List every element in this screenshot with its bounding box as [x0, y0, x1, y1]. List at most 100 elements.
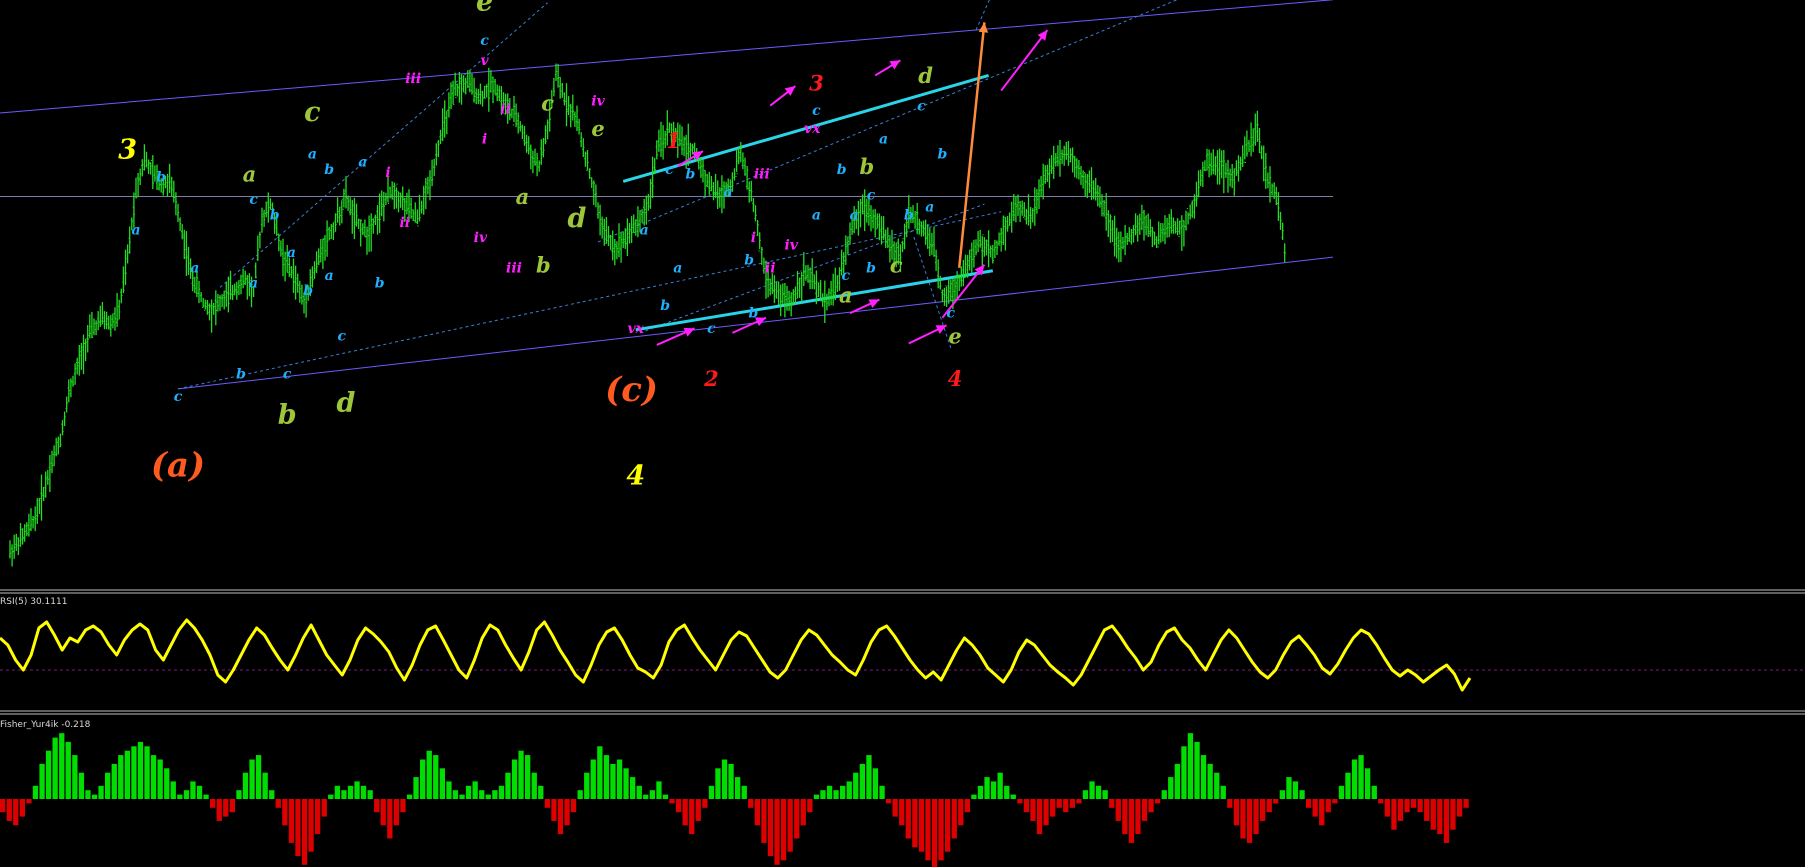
fisher-bar: [1004, 785, 1010, 799]
wave-label-63: a: [850, 207, 859, 223]
fisher-bar: [59, 733, 65, 799]
fisher-bar: [1102, 790, 1108, 799]
fisher-bar: [794, 799, 800, 839]
wave-label-55: b: [749, 306, 759, 322]
fisher-bar: [669, 799, 675, 804]
wave-label-27: e: [476, 0, 493, 17]
fisher-bar: [91, 794, 98, 799]
fisher-bar: [1430, 799, 1436, 830]
wave-label-52: b: [744, 253, 754, 269]
fisher-bar: [1371, 785, 1377, 799]
wave-label-54: ii: [765, 260, 776, 276]
fisher-bar: [603, 755, 610, 799]
fisher-bar: [958, 799, 964, 826]
fisher-bar: [498, 785, 505, 799]
fisher-bar: [374, 799, 380, 813]
fisher-bar: [1227, 799, 1233, 808]
fisher-bar: [1456, 799, 1463, 817]
wave-label-36: b: [536, 252, 551, 277]
wave-label-35: iii: [506, 260, 522, 276]
fisher-bar: [1338, 785, 1345, 799]
wave-label-13: a: [287, 245, 296, 261]
wave-label-37: iv: [591, 94, 605, 110]
fisher-bar: [164, 768, 170, 799]
rsi-title: RSI(5) 30.1111: [0, 597, 67, 607]
fisher-bar: [360, 785, 367, 799]
wave-label-56: iii: [754, 166, 770, 182]
fisher-bar: [439, 768, 445, 799]
wave-label-1: (a): [151, 446, 205, 486]
fisher-bar: [1292, 781, 1299, 799]
wave-label-7: c: [249, 192, 258, 208]
wave-label-74: a: [925, 200, 934, 216]
fisher-bar: [951, 799, 957, 839]
fisher-bar: [413, 777, 419, 799]
fisher-bar: [1246, 799, 1253, 843]
fisher-bar: [597, 746, 603, 799]
wave-label-50: 2: [703, 366, 719, 391]
fisher-bar: [492, 790, 498, 799]
fisher-bar: [807, 799, 813, 813]
fisher-bar: [505, 772, 511, 799]
fisher-bar: [544, 799, 550, 808]
fisher-bar: [1266, 799, 1272, 813]
fisher-bar: [938, 799, 944, 861]
fisher-bar: [65, 741, 71, 799]
fisher-bar: [1299, 790, 1305, 799]
fisher-bar: [695, 799, 701, 821]
fisher-bar: [347, 785, 354, 799]
fisher-bar: [269, 790, 275, 799]
fisher-bar: [32, 785, 39, 799]
chart-background: [0, 0, 1805, 867]
wave-label-20: d: [337, 388, 356, 419]
fisher-bar: [1404, 799, 1410, 813]
fisher-bar: [1397, 799, 1404, 821]
fisher-bar: [406, 794, 413, 799]
fisher-bar: [479, 790, 485, 799]
fisher-bar: [1332, 799, 1338, 804]
fisher-bar: [459, 794, 465, 799]
fisher-bar: [1286, 777, 1292, 799]
wave-label-39: d: [568, 203, 587, 234]
fisher-bar: [1155, 799, 1161, 804]
wave-label-73: c: [917, 98, 926, 114]
fisher-bar: [1351, 759, 1358, 799]
fisher-bar: [643, 794, 649, 799]
fisher-bar: [899, 799, 905, 826]
wave-label-66: c: [867, 188, 876, 204]
fisher-bar: [1253, 799, 1259, 835]
fisher-bar: [1233, 799, 1240, 826]
fisher-bar: [918, 799, 925, 852]
fisher-bar: [249, 759, 255, 799]
fisher-bar: [885, 799, 892, 804]
fisher-bar: [98, 785, 104, 799]
fisher-bar: [1220, 785, 1226, 799]
wave-label-45: 1: [666, 128, 681, 153]
fisher-bar: [840, 785, 846, 799]
wave-label-46: c: [665, 162, 674, 178]
wave-label-68: b: [866, 260, 876, 276]
fisher-bar: [1010, 794, 1016, 799]
wave-label-77: e: [948, 323, 961, 348]
fisher-bar: [1345, 772, 1351, 799]
fisher-bar: [6, 799, 12, 821]
fisher-bar: [1365, 768, 1371, 799]
fisher-bar: [1181, 746, 1187, 799]
fisher-bar: [721, 759, 728, 799]
fisher-bar: [964, 799, 970, 813]
fisher-bar: [813, 794, 820, 799]
wave-label-59: 3: [809, 71, 824, 96]
wave-label-41: 4: [626, 460, 645, 491]
fisher-bar: [925, 799, 931, 861]
wave-label-33: c: [541, 90, 554, 115]
wave-label-22: b: [375, 275, 385, 291]
fisher-bar: [354, 781, 360, 799]
fisher-bar: [124, 750, 130, 799]
wave-label-61: vx: [804, 121, 821, 137]
fisher-bar: [630, 777, 636, 799]
fisher-bar: [183, 790, 190, 799]
fisher-bar: [420, 759, 426, 799]
fisher-bar: [780, 799, 787, 861]
wave-label-23: i: [385, 165, 390, 181]
fisher-bar: [1214, 772, 1220, 799]
